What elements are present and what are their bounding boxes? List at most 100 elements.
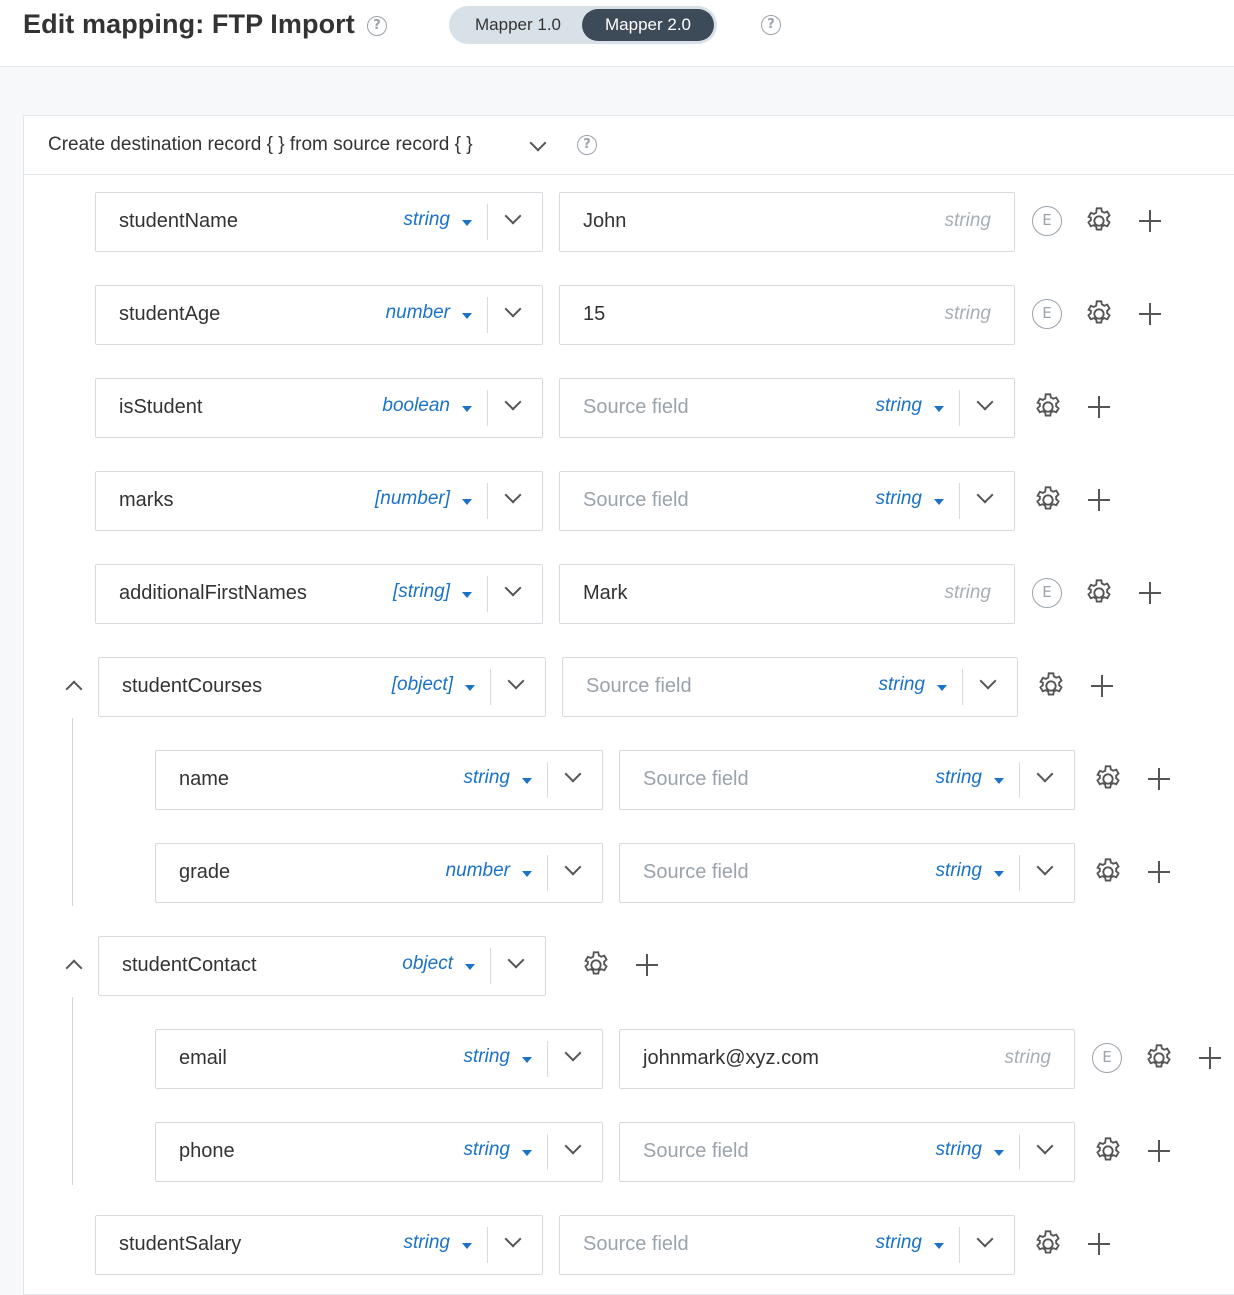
caret-down-icon[interactable] [522, 871, 532, 877]
caret-down-icon[interactable] [994, 778, 1004, 784]
chevron-down-icon[interactable] [504, 486, 522, 504]
chevron-down-icon[interactable] [976, 393, 994, 411]
destination-type-selector[interactable]: [object] [392, 674, 453, 696]
plus-icon[interactable] [1148, 768, 1170, 790]
source-field-value[interactable]: Source field [643, 861, 749, 884]
destination-type-selector[interactable]: string [404, 1232, 450, 1254]
source-field-value[interactable]: Source field [583, 396, 689, 419]
plus-icon[interactable] [1139, 210, 1161, 232]
destination-type-selector[interactable]: number [386, 302, 450, 324]
source-field-value[interactable]: Source field [583, 1233, 689, 1256]
chevron-down-icon[interactable] [564, 858, 582, 876]
destination-type-selector[interactable]: string [464, 767, 510, 789]
gear-icon[interactable] [580, 949, 612, 981]
destination-field[interactable]: studentAge number [95, 285, 543, 345]
destination-field[interactable]: studentCourses [object] [98, 657, 546, 717]
chevron-down-icon[interactable] [504, 393, 522, 411]
source-type-selector[interactable]: string [876, 488, 922, 510]
source-type-selector[interactable]: string [876, 395, 922, 417]
source-type-selector[interactable]: string [936, 860, 982, 882]
destination-field[interactable]: name string [155, 750, 603, 810]
gear-icon[interactable] [1032, 1228, 1064, 1260]
caret-down-icon[interactable] [462, 1243, 472, 1249]
caret-down-icon[interactable] [465, 685, 475, 691]
expression-icon[interactable]: E [1032, 206, 1062, 236]
source-field-value[interactable]: Source field [643, 768, 749, 791]
destination-type-selector[interactable]: object [402, 953, 453, 975]
source-field[interactable]: Source field string [619, 750, 1075, 810]
caret-down-icon[interactable] [462, 499, 472, 505]
source-field[interactable]: Mark string [559, 564, 1015, 624]
chevron-down-icon[interactable] [1036, 765, 1054, 783]
source-type-selector[interactable]: string [936, 767, 982, 789]
caret-down-icon[interactable] [934, 499, 944, 505]
chevron-down-icon[interactable] [1036, 858, 1054, 876]
source-field[interactable]: Source field string [562, 657, 1018, 717]
chevron-down-icon[interactable] [507, 951, 525, 969]
plus-icon[interactable] [1139, 303, 1161, 325]
caret-down-icon[interactable] [462, 313, 472, 319]
source-field[interactable]: 15 string [559, 285, 1015, 345]
gear-icon[interactable] [1083, 298, 1115, 330]
source-field[interactable]: Source field string [559, 378, 1015, 438]
mapper-1-option[interactable]: Mapper 1.0 [455, 9, 581, 41]
mapper-version-toggle[interactable]: Mapper 1.0 Mapper 2.0 [449, 6, 717, 44]
destination-type-selector[interactable]: [number] [375, 488, 450, 510]
question-circle-icon[interactable]: ? [761, 15, 781, 35]
destination-field[interactable]: email string [155, 1029, 603, 1089]
destination-type-selector[interactable]: string [464, 1046, 510, 1068]
destination-field[interactable]: isStudent boolean [95, 378, 543, 438]
destination-type-selector[interactable]: number [446, 860, 510, 882]
chevron-down-icon[interactable] [564, 1044, 582, 1062]
caret-down-icon[interactable] [462, 592, 472, 598]
chevron-down-icon[interactable] [504, 1230, 522, 1248]
plus-icon[interactable] [1088, 489, 1110, 511]
chevron-down-icon[interactable] [504, 207, 522, 225]
source-field-value[interactable]: Source field [586, 675, 692, 698]
destination-type-selector[interactable]: boolean [382, 395, 450, 417]
caret-down-icon[interactable] [934, 1243, 944, 1249]
chevron-down-icon[interactable] [504, 300, 522, 318]
destination-type-selector[interactable]: [string] [393, 581, 450, 603]
chevron-down-icon[interactable] [979, 672, 997, 690]
gear-icon[interactable] [1092, 1135, 1124, 1167]
caret-down-icon[interactable] [465, 964, 475, 970]
chevron-down-icon[interactable] [976, 1230, 994, 1248]
question-circle-icon[interactable]: ? [577, 135, 597, 155]
plus-icon[interactable] [1148, 861, 1170, 883]
expression-icon[interactable]: E [1092, 1043, 1122, 1073]
destination-field[interactable]: phone string [155, 1122, 603, 1182]
destination-type-selector[interactable]: string [404, 209, 450, 231]
caret-down-icon[interactable] [994, 1150, 1004, 1156]
source-field[interactable]: Source field string [619, 843, 1075, 903]
destination-field[interactable]: studentName string [95, 192, 543, 252]
source-type-selector[interactable]: string [879, 674, 925, 696]
caret-down-icon[interactable] [462, 406, 472, 412]
source-type-selector[interactable]: string [876, 1232, 922, 1254]
gear-icon[interactable] [1143, 1042, 1175, 1074]
chevron-down-icon[interactable] [976, 486, 994, 504]
destination-type-selector[interactable]: string [464, 1139, 510, 1161]
chevron-down-icon[interactable] [1036, 1137, 1054, 1155]
gear-icon[interactable] [1032, 484, 1064, 516]
chevron-down-icon[interactable] [507, 672, 525, 690]
plus-icon[interactable] [1091, 675, 1113, 697]
source-field-value[interactable]: Source field [643, 1140, 749, 1163]
destination-field[interactable]: additionalFirstNames [string] [95, 564, 543, 624]
gear-icon[interactable] [1035, 670, 1067, 702]
destination-field[interactable]: marks [number] [95, 471, 543, 531]
plus-icon[interactable] [636, 954, 658, 976]
plus-icon[interactable] [1199, 1047, 1221, 1069]
source-field[interactable]: Source field string [559, 471, 1015, 531]
caret-down-icon[interactable] [937, 685, 947, 691]
mapper-2-option[interactable]: Mapper 2.0 [582, 9, 714, 41]
expression-icon[interactable]: E [1032, 299, 1062, 329]
caret-down-icon[interactable] [934, 406, 944, 412]
chevron-down-icon[interactable] [504, 579, 522, 597]
expression-icon[interactable]: E [1032, 578, 1062, 608]
chevron-down-icon[interactable] [529, 134, 547, 152]
gear-icon[interactable] [1083, 205, 1115, 237]
source-type-selector[interactable]: string [936, 1139, 982, 1161]
source-field[interactable]: John string [559, 192, 1015, 252]
chevron-down-icon[interactable] [564, 765, 582, 783]
